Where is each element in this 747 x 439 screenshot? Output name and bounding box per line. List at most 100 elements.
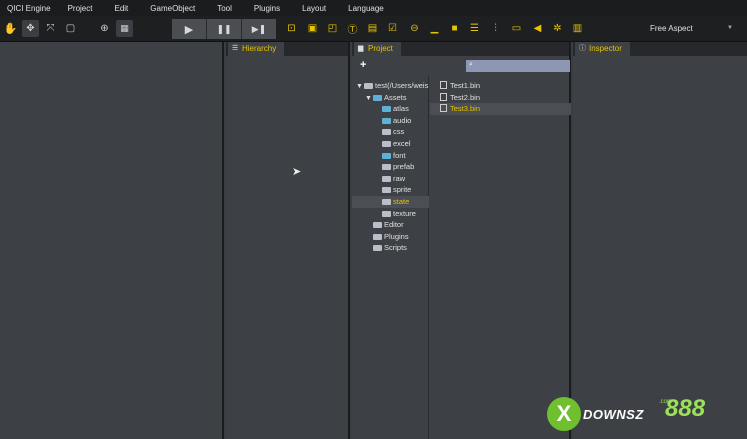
- step-button[interactable]: ▶❚: [242, 19, 276, 39]
- list-icon[interactable]: ☰: [466, 20, 483, 37]
- tree-item[interactable]: state: [374, 196, 409, 208]
- tree-item[interactable]: prefab: [374, 161, 414, 173]
- search-input[interactable]: [466, 60, 570, 72]
- chevron-down-icon[interactable]: ▼: [356, 81, 364, 93]
- tab-inspector[interactable]: ⓘ Inspector: [575, 42, 630, 56]
- file-item[interactable]: Test1.bin: [430, 80, 571, 92]
- image-icon[interactable]: ▣: [304, 20, 321, 37]
- hand-tool-icon[interactable]: ✋: [2, 20, 19, 37]
- hierarchy-header: ☰ Hierarchy: [226, 42, 348, 56]
- progress-icon[interactable]: ▭: [508, 20, 525, 37]
- tree-item[interactable]: Plugins: [365, 231, 409, 243]
- tilemap-icon[interactable]: ▥: [569, 20, 586, 37]
- toggle-icon[interactable]: ☑: [384, 20, 401, 37]
- toolbar: ✋ ✥ ⤧ ▢ ⊕ ▦ ▶ ❚❚ ▶❚ ⊡ ▣ ◰ Ⓣ ▤ ☑ ⊖ ▁ ■ ☰ …: [0, 16, 747, 42]
- pause-button[interactable]: ❚❚: [207, 19, 242, 39]
- panel-icon[interactable]: ■: [446, 20, 463, 37]
- menu-item-edit[interactable]: Edit: [114, 4, 128, 13]
- info-icon: ⓘ: [579, 45, 586, 52]
- tree-item[interactable]: font: [374, 150, 406, 162]
- tree-item-label: Editor: [384, 220, 404, 230]
- file-item[interactable]: Test3.bin: [430, 103, 571, 116]
- tab-label: Project: [368, 44, 393, 53]
- sound-icon[interactable]: ◀: [529, 20, 546, 37]
- folder-icon: [382, 175, 391, 182]
- mouse-cursor-icon: ➤: [292, 166, 302, 178]
- menu-item-language[interactable]: Language: [348, 4, 384, 13]
- play-button[interactable]: ▶: [172, 19, 207, 39]
- folder-icon: [382, 141, 391, 147]
- folder-icon: [382, 152, 391, 159]
- file-icon: [440, 81, 447, 89]
- inspector-header: ⓘ Inspector: [573, 42, 747, 56]
- tree-item[interactable]: ▼ test(/Users/weis: [356, 80, 428, 92]
- tab-project[interactable]: ▆ Project: [354, 42, 401, 56]
- file-icon: [440, 92, 447, 101]
- menu-item-qici-engine[interactable]: QICI Engine: [7, 4, 51, 13]
- playback-controls: ▶ ❚❚ ▶❚: [172, 19, 276, 39]
- chevron-down-icon[interactable]: ▼: [365, 93, 373, 105]
- menu-item-plugins[interactable]: Plugins: [254, 4, 280, 13]
- sprite-icon[interactable]: ◰: [324, 20, 341, 37]
- folder-icon: [382, 199, 391, 205]
- inspector-panel: ⓘ Inspector: [573, 42, 747, 439]
- folder-icon: [373, 245, 382, 252]
- tree-item-label: excel: [393, 139, 411, 148]
- folder-icon: [382, 164, 391, 171]
- file-item-label: Test2.bin: [450, 92, 481, 102]
- tree-item[interactable]: excel: [374, 138, 411, 150]
- tree-item[interactable]: sprite: [374, 184, 411, 196]
- tree-item[interactable]: raw: [374, 173, 405, 185]
- emitter-icon[interactable]: ✲: [549, 20, 566, 37]
- scale-tool-icon[interactable]: ⤧: [42, 20, 59, 37]
- folder-icon: [382, 117, 391, 124]
- tree-item[interactable]: ▼ Assets: [365, 92, 407, 104]
- zoom-icon[interactable]: ⊕: [96, 20, 113, 37]
- button-icon[interactable]: ⊖: [406, 20, 423, 37]
- tree-item-label: Assets: [384, 92, 407, 102]
- tree-item[interactable]: css: [374, 126, 404, 138]
- tree-item-label: sprite: [393, 185, 412, 195]
- aspect-select[interactable]: Free Aspect: [650, 24, 693, 33]
- tree-item[interactable]: atlas: [374, 103, 409, 115]
- add-button[interactable]: +: [360, 59, 366, 71]
- chevron-down-icon[interactable]: ▼: [727, 25, 733, 31]
- search-icon: ⌕: [469, 61, 473, 68]
- menu-bar: QICI Engine Project Edit GameObject Tool Plug…: [0, 0, 747, 16]
- tree-item-label: Scripts: [384, 243, 407, 253]
- scene-view[interactable]: [0, 42, 224, 439]
- folder-tree: ▼ test(/Users/weis ▼ Assets atlas audio css exc…: [352, 76, 429, 439]
- tree-item-label: raw: [393, 173, 406, 183]
- rect-tool-icon[interactable]: ▢: [62, 20, 79, 37]
- menu-item-layout[interactable]: Layout: [302, 4, 326, 13]
- menu-item-project[interactable]: Project: [68, 4, 93, 13]
- tree-item-label: prefab: [393, 162, 415, 172]
- underline-icon[interactable]: ▁: [426, 20, 443, 37]
- node-icon[interactable]: ⊡: [283, 20, 300, 37]
- tree-item-label: audio: [393, 115, 412, 125]
- tab-hierarchy[interactable]: ☰ Hierarchy: [228, 42, 285, 56]
- menu-item-tool[interactable]: Tool: [217, 4, 232, 13]
- inputfield-icon[interactable]: ▤: [364, 20, 381, 37]
- text-icon[interactable]: Ⓣ: [344, 20, 361, 37]
- tab-label: Hierarchy: [242, 44, 277, 53]
- watermark-x: X: [547, 397, 581, 431]
- tree-item-label: texture: [393, 208, 416, 218]
- tree-item[interactable]: Scripts: [365, 242, 407, 254]
- move-tool-icon[interactable]: ✥: [22, 20, 39, 37]
- file-icon: [440, 104, 447, 113]
- watermark-number: 888: [665, 395, 706, 422]
- folder-icon: [382, 210, 391, 217]
- folder-icon: [373, 222, 382, 229]
- tree-item[interactable]: texture: [374, 208, 416, 220]
- menu-item-gameobject[interactable]: GameObject: [150, 4, 195, 13]
- slider-icon[interactable]: ⫶: [487, 20, 504, 37]
- tree-item-label: test(/Users/weis: [375, 81, 429, 90]
- watermark-text: DOWNSZ: [583, 407, 644, 422]
- folder-icon: [382, 129, 391, 136]
- folder-icon: [373, 94, 382, 101]
- grid-icon[interactable]: ▦: [116, 20, 133, 37]
- tree-item[interactable]: Editor: [365, 219, 404, 231]
- tree-item[interactable]: audio: [374, 115, 411, 127]
- file-item[interactable]: Test2.bin: [430, 92, 571, 104]
